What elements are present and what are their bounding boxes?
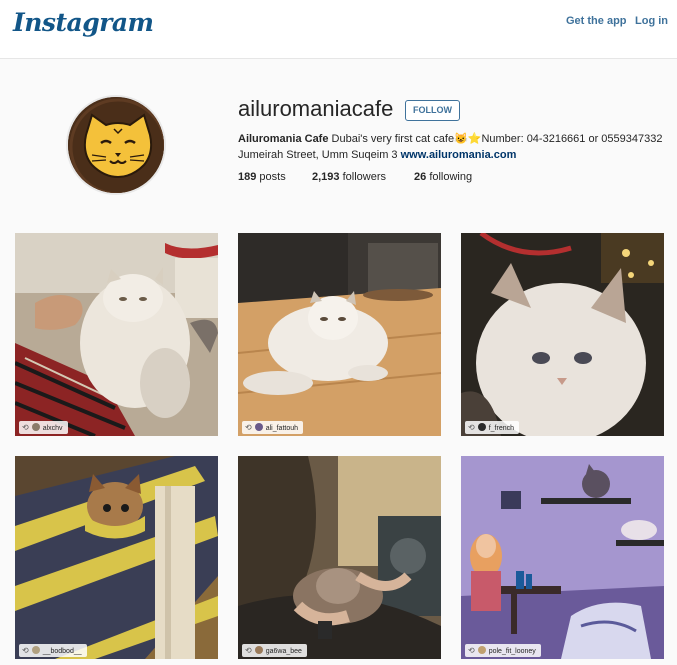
profile-bio: Ailuromania Cafe Dubai's very first cat … <box>238 131 668 163</box>
get-the-app-link[interactable]: Get the app <box>566 15 627 27</box>
website-link[interactable]: www.ailuromania.com <box>401 149 517 161</box>
credit-avatar <box>254 646 263 654</box>
posts-stat: 189 posts <box>238 171 286 183</box>
profile-avatar <box>66 95 166 195</box>
credit-avatar <box>477 646 486 654</box>
post-credit: ⟲ alxchv <box>19 421 68 434</box>
post-credit: ⟲ ali_fattouh <box>242 421 304 434</box>
profile-full-name: Ailuromania Cafe <box>238 133 329 145</box>
credit-username: alxchv <box>42 425 63 432</box>
posts-label: posts <box>259 171 286 183</box>
top-bar: Instagram Get the app Log in <box>0 0 677 59</box>
credit-username: ali_fattouh <box>265 425 299 432</box>
post-photo-siamese-cat <box>461 233 664 436</box>
credit-avatar <box>31 646 40 654</box>
post-tile[interactable]: ⟲ alxchv <box>15 233 218 436</box>
credit-username: ga6wa_bee <box>265 648 302 655</box>
cat-face-logo-icon <box>68 97 164 193</box>
following-count: 26 <box>414 171 427 183</box>
posts-count: 189 <box>238 171 257 183</box>
profile-username: ailuromaniacafe <box>238 96 394 121</box>
instagram-logo[interactable]: Instagram <box>13 8 154 37</box>
post-photo-cat-held-in-hands <box>238 456 441 659</box>
credit-username: pole_fit_looney <box>488 648 536 655</box>
post-photo-purple-cafe-room <box>461 456 664 659</box>
followers-stat[interactable]: 2,193 followers <box>312 171 386 183</box>
followers-label: followers <box>342 171 386 183</box>
followers-count: 2,193 <box>312 171 340 183</box>
credit-username: f_french <box>488 425 514 432</box>
post-tile[interactable]: ⟲ ali_fattouh <box>238 233 441 436</box>
post-credit: ⟲ pole_fit_looney <box>465 644 541 657</box>
post-photo-cat-in-striped-box <box>15 456 218 659</box>
follow-button[interactable]: FOLLOW <box>405 100 460 121</box>
post-credit: ⟲ f_french <box>465 421 519 434</box>
post-tile[interactable]: ⟲ f_french <box>461 233 664 436</box>
repost-icon: ⟲ <box>22 646 29 655</box>
credit-avatar <box>477 423 486 431</box>
post-photo-white-persian-cat <box>15 233 218 436</box>
log-in-link[interactable]: Log in <box>635 15 668 27</box>
post-photo-cat-on-floor <box>238 233 441 436</box>
following-stat[interactable]: 26 following <box>414 171 472 183</box>
repost-icon: ⟲ <box>245 423 252 432</box>
credit-username: __bodbod__ <box>42 648 82 655</box>
credit-avatar <box>254 423 263 431</box>
post-credit: ⟲ ga6wa_bee <box>242 644 307 657</box>
repost-icon: ⟲ <box>22 423 29 432</box>
credit-avatar <box>31 423 40 431</box>
post-tile[interactable]: ⟲ __bodbod__ <box>15 456 218 659</box>
following-label: following <box>429 171 473 183</box>
post-credit: ⟲ __bodbod__ <box>19 644 87 657</box>
post-tile[interactable]: ⟲ pole_fit_looney <box>461 456 664 659</box>
repost-icon: ⟲ <box>245 646 252 655</box>
repost-icon: ⟲ <box>468 423 475 432</box>
post-tile[interactable]: ⟲ ga6wa_bee <box>238 456 441 659</box>
repost-icon: ⟲ <box>468 646 475 655</box>
